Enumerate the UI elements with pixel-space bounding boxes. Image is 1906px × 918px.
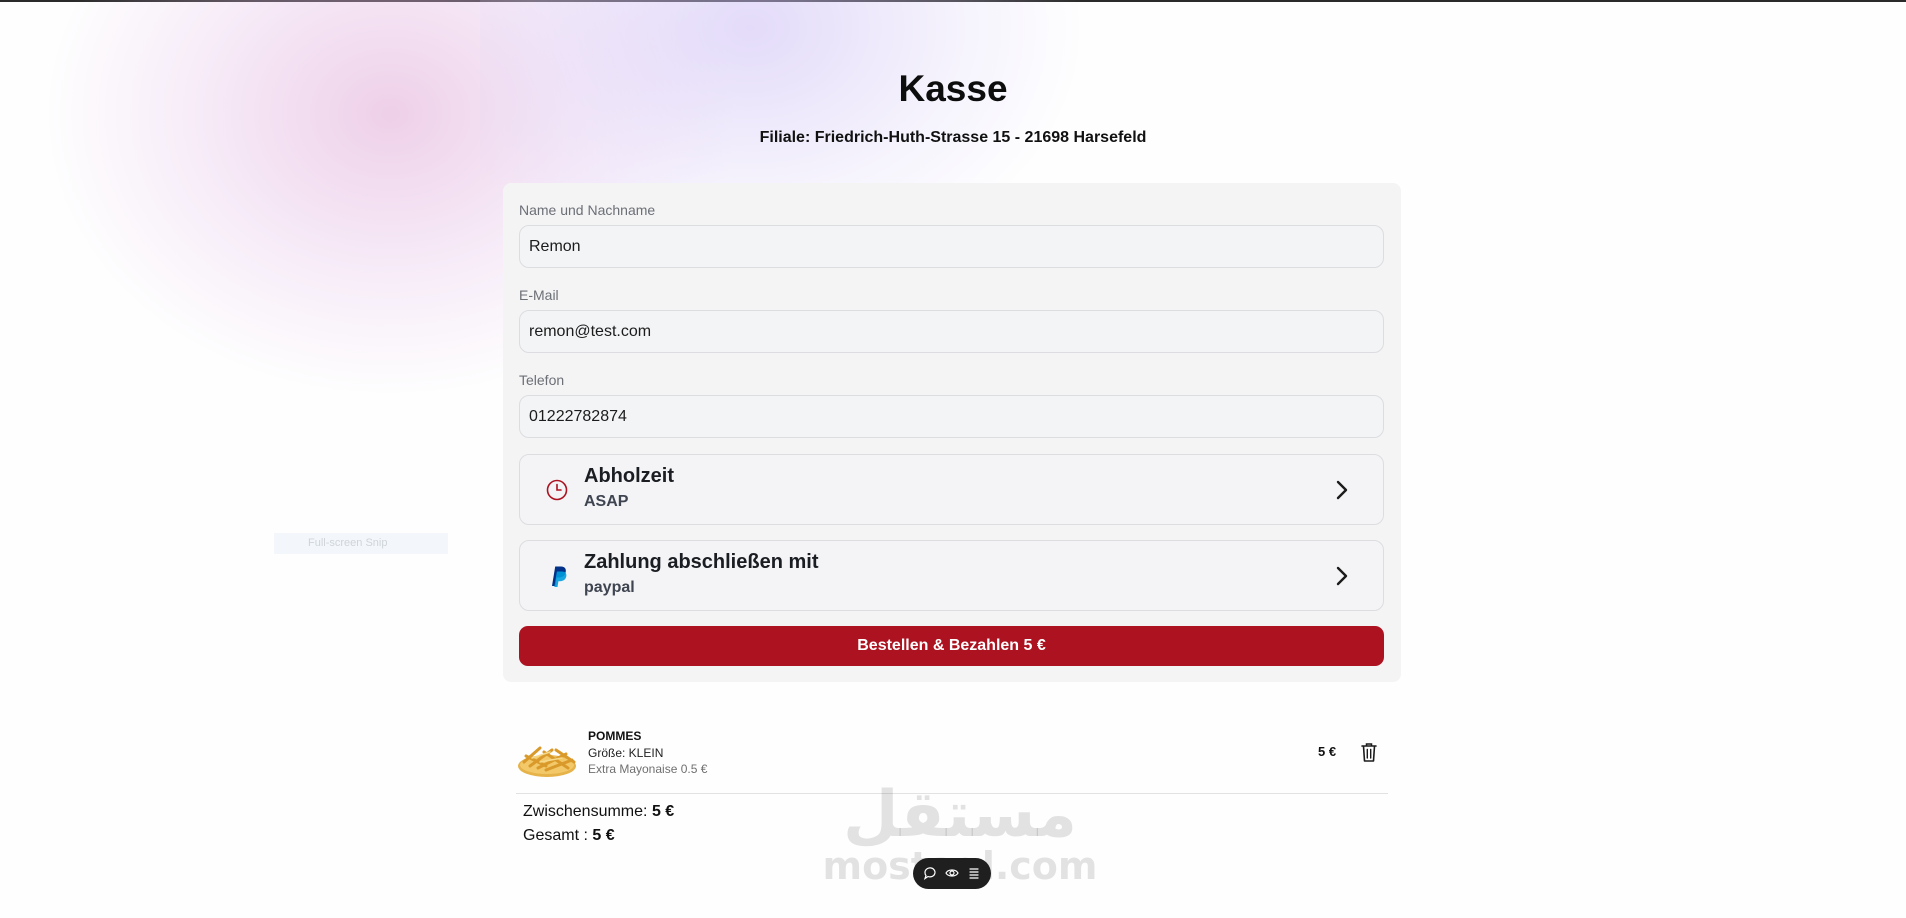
item-size: Größe: KLEIN xyxy=(588,746,664,760)
name-field[interactable] xyxy=(519,225,1384,268)
pickup-title: Abholzeit xyxy=(584,465,674,487)
total-row: Gesamt : 5 € xyxy=(523,824,674,848)
item-name: POMMES xyxy=(588,729,642,743)
phone-field[interactable] xyxy=(519,395,1384,438)
pickup-time-selector[interactable]: Abholzeit ASAP xyxy=(519,454,1384,525)
payment-title: Zahlung abschließen mit xyxy=(584,551,819,573)
order-totals: Zwischensumme: 5 € Gesamt : 5 € xyxy=(523,800,674,848)
phone-label: Telefon xyxy=(519,372,565,388)
payment-method-selector[interactable]: Zahlung abschließen mit paypal xyxy=(519,540,1384,611)
chat-bubble-icon[interactable] xyxy=(923,866,937,880)
name-label: Name und Nachname xyxy=(519,202,656,218)
item-extra: Extra Mayonaise 0.5 € xyxy=(588,762,708,776)
checkout-page: Kasse Filiale: Friedrich-Huth-Strasse 15… xyxy=(0,0,1906,918)
page-title: Kasse xyxy=(898,68,1008,109)
subtotal-label: Zwischensumme: xyxy=(523,803,648,820)
trash-icon[interactable] xyxy=(1359,741,1379,763)
item-price: 5 € xyxy=(1318,744,1337,759)
order-and-pay-button[interactable]: Bestellen & Bezahlen 5 € xyxy=(519,626,1384,666)
branch-address: Filiale: Friedrich-Huth-Strasse 15 - 216… xyxy=(759,129,1147,146)
watermark-arabic: مستقل xyxy=(842,778,1078,852)
subtotal-value: 5 € xyxy=(651,803,675,820)
checkout-form: Name und Nachname E-Mail Telefon Abholze… xyxy=(503,183,1401,682)
chevron-right-icon xyxy=(1336,480,1348,500)
email-label: E-Mail xyxy=(519,287,559,303)
subtotal-row: Zwischensumme: 5 € xyxy=(523,800,674,824)
snip-tool-hint: Full-screen Snip xyxy=(274,533,448,554)
list-icon[interactable] xyxy=(967,866,981,880)
paypal-icon xyxy=(552,566,567,587)
clock-icon xyxy=(546,479,568,501)
pickup-value: ASAP xyxy=(584,493,629,510)
total-value: 5 € xyxy=(592,827,615,844)
fries-image xyxy=(518,746,576,777)
email-field[interactable] xyxy=(519,310,1384,353)
floating-toolbar xyxy=(913,858,991,889)
eye-icon[interactable] xyxy=(945,866,959,880)
total-label: Gesamt : xyxy=(523,827,588,844)
payment-value: paypal xyxy=(584,579,635,596)
chevron-right-icon xyxy=(1336,566,1348,586)
